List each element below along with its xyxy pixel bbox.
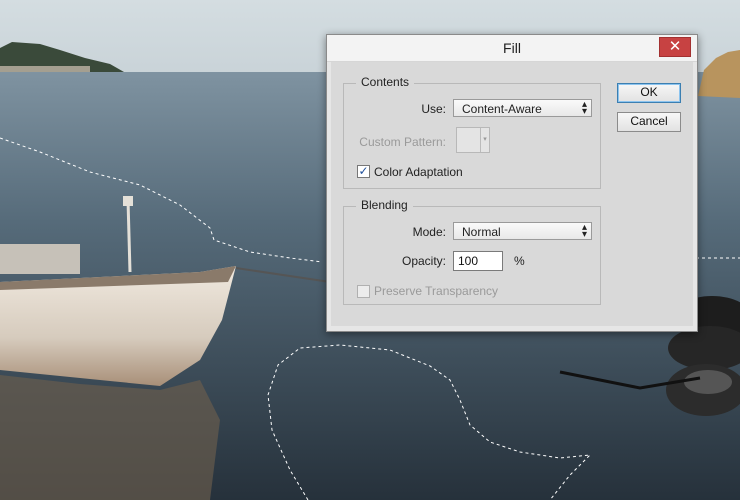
checkmark-icon: ✓ (358, 164, 369, 178)
select-arrows-icon: ▴ ▾ (581, 222, 587, 240)
opacity-label: Opacity: (401, 254, 446, 268)
contents-legend: Contents (356, 75, 415, 89)
harbor-wall (0, 66, 90, 72)
boat-reflection (0, 375, 220, 500)
cancel-button[interactable]: Cancel (617, 112, 681, 132)
dialog-body: Contents Use: Content-Aware ▴ ▾ Custom Pa… (331, 62, 693, 326)
opacity-field[interactable]: 100 (453, 251, 503, 271)
preserve-transparency-checkbox (357, 285, 370, 298)
title-bar[interactable]: Fill ✕ (327, 35, 697, 62)
use-select-value: Content-Aware (462, 102, 542, 116)
blending-legend: Blending (356, 198, 413, 212)
close-icon: ✕ (668, 38, 682, 55)
select-arrows-icon: ▴ ▾ (581, 99, 587, 117)
use-label: Use: (421, 102, 446, 116)
blending-group: Blending Mode: Normal ▴ ▾ Opacity: 100 % … (343, 198, 601, 305)
chevron-down-icon: ▾ (480, 128, 489, 152)
color-adaptation-label[interactable]: Color Adaptation (374, 165, 514, 179)
color-adaptation-checkbox[interactable]: ✓ (357, 165, 370, 178)
dialog-title: Fill (503, 40, 521, 56)
custom-pattern-picker: ▾ (456, 127, 490, 153)
preserve-transparency-label: Preserve Transparency (374, 284, 499, 298)
mode-select-value: Normal (462, 225, 501, 239)
close-button[interactable]: ✕ (659, 37, 691, 57)
custom-pattern-label: Custom Pattern: (359, 135, 446, 149)
contents-group: Contents Use: Content-Aware ▴ ▾ Custom Pa… (343, 75, 601, 189)
mode-label: Mode: (412, 225, 446, 239)
opacity-unit: % (514, 254, 525, 268)
ok-button[interactable]: OK (617, 83, 681, 103)
use-select[interactable]: Content-Aware ▴ ▾ (453, 99, 592, 117)
mode-select[interactable]: Normal ▴ ▾ (453, 222, 592, 240)
fill-dialog: Fill ✕ Contents Use: Content-Aware ▴ ▾ Cu… (326, 34, 698, 332)
